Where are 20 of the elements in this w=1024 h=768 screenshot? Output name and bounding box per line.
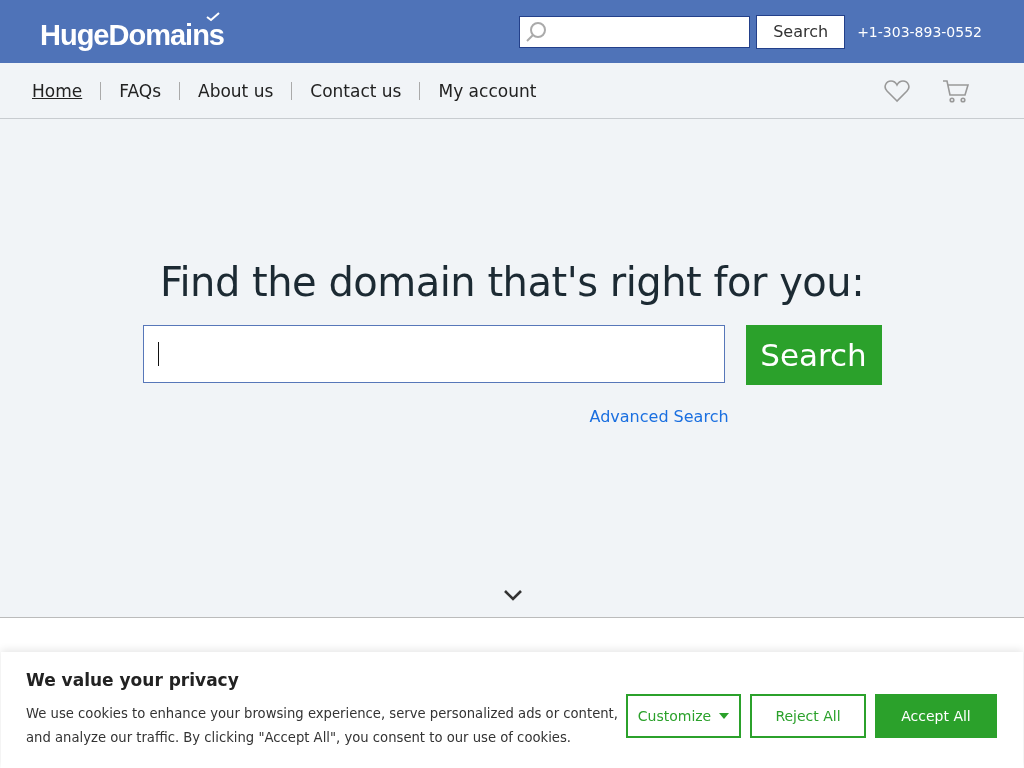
- caret-icon: [719, 713, 730, 719]
- cookie-text: We use cookies to enhance your browsing experience, serve personalized ads or content, and analyze our traffic. By clicking "Accept All", you consent to our use of cookies.: [26, 705, 619, 747]
- search-button[interactable]: Search: [756, 14, 846, 49]
- heart-icon[interactable]: [884, 78, 910, 103]
- nav-link[interactable]: My account: [438, 80, 537, 101]
- cookie-title: We value your privacy: [26, 670, 240, 690]
- search-icon: [524, 19, 549, 44]
- logo[interactable]: HugeDomains: [40, 11, 224, 52]
- hero-title: Find the domain that's right for you:: [159, 259, 865, 305]
- nav-link[interactable]: Home: [32, 80, 83, 101]
- cart-icon[interactable]: [942, 78, 970, 103]
- nav-link[interactable]: About us: [198, 80, 274, 101]
- nav-link[interactable]: FAQs: [119, 80, 161, 101]
- chevron-down-icon[interactable]: [503, 589, 523, 601]
- search-field[interactable]: [519, 15, 751, 48]
- reject-button[interactable]: Reject All: [750, 694, 866, 738]
- nav-link[interactable]: Contact us: [310, 80, 402, 101]
- phone-number: +1-303-893-0552: [857, 23, 982, 40]
- advanced-search-link[interactable]: Advanced Search: [589, 407, 729, 426]
- domain-search-field[interactable]: [142, 325, 725, 383]
